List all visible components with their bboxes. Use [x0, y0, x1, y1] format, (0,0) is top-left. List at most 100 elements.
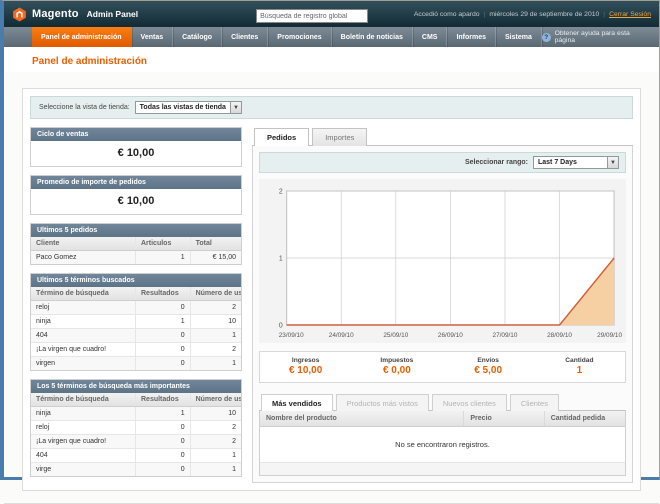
cell-uses: 2 [191, 435, 241, 448]
bottom-tab-label: Nuevos clientes [443, 399, 496, 408]
top-search-title: Los 5 términos de búsqueda más important… [31, 380, 241, 393]
table-row[interactable]: virge 0 1 [31, 463, 241, 476]
nav-item[interactable]: CMS [413, 27, 448, 47]
nav-item[interactable]: Boletín de noticias [332, 27, 413, 47]
dashboard-content: Seleccione la vista de tienda: Todas las… [22, 88, 641, 491]
table-row[interactable]: 404 0 1 [31, 449, 241, 463]
range-select[interactable]: Last 7 Days ▼ [533, 156, 619, 169]
svg-text:24/09/10: 24/09/10 [329, 332, 354, 339]
table-row[interactable]: reloj 0 2 [31, 421, 241, 435]
column-header: Resultados [136, 287, 191, 300]
table-row[interactable]: ninja 1 10 [31, 315, 241, 329]
logged-in-as: Accedió como apardo [414, 11, 480, 18]
table-row[interactable]: reloj 0 2 [31, 301, 241, 315]
cell-items: 1 [136, 251, 191, 264]
column-header: Cantidad pedida [545, 411, 625, 426]
lifetime-sales-value: € 10,00 [31, 141, 241, 166]
svg-text:1: 1 [279, 255, 283, 262]
chart-tab-label: Importes [325, 133, 354, 142]
total-value: € 10,00 [260, 365, 351, 376]
nav-item-label: Boletín de noticias [341, 34, 403, 41]
table-row[interactable]: Paco Gomez 1 € 15,00 [31, 251, 241, 264]
average-orders-box: Promedio de importe de pedidos € 10,00 [30, 175, 242, 215]
cell-total: € 15,00 [191, 251, 241, 264]
store-view-bar: Seleccione la vista de tienda: Todas las… [30, 96, 633, 119]
nav-item[interactable]: Ventas [132, 27, 174, 47]
average-orders-value: € 10,00 [31, 189, 241, 214]
total-value: 1 [534, 365, 625, 376]
cell-results: 0 [136, 357, 191, 370]
cell-uses: 10 [191, 407, 241, 420]
products-grid-header: Nombre del productoPrecioCantidad pedida [260, 411, 625, 427]
cell-results: 0 [136, 449, 191, 462]
cell-term: ninja [31, 315, 136, 328]
bottom-tab[interactable]: Clientes [510, 394, 559, 411]
browser-window: Magento Admin Panel Accedió como apardo … [0, 0, 660, 480]
nav-item[interactable]: Promociones [268, 27, 331, 47]
chart-tab[interactable]: Pedidos [254, 128, 309, 146]
last-orders-box: Ultimos 5 pedidos ClienteArticulosTotal … [30, 223, 242, 265]
nav-item-label: Catálogo [182, 34, 212, 41]
bottom-tab[interactable]: Más vendidos [261, 394, 333, 411]
bottom-tab[interactable]: Nuevos clientes [432, 394, 507, 411]
logo-subtitle: Admin Panel [87, 9, 138, 19]
cell-results: 0 [136, 343, 191, 356]
top-search-box: Los 5 términos de búsqueda más important… [30, 379, 242, 477]
grid-footer [260, 462, 625, 475]
cell-uses: 1 [191, 329, 241, 342]
chart-tab[interactable]: Importes [312, 128, 367, 146]
cell-results: 0 [136, 301, 191, 314]
header-session-info: Accedió como apardo | miércoles 29 de se… [414, 11, 651, 18]
column-header: Articulos [136, 237, 191, 250]
table-row[interactable]: ninja 1 10 [31, 407, 241, 421]
help-label: Obtener ayuda para esta página [555, 30, 649, 44]
nav-item-label: Promociones [277, 34, 321, 41]
total-cell: Ingresos € 10,00 [260, 352, 351, 382]
nav-item-label: Clientes [231, 34, 258, 41]
help-icon: ? [542, 33, 551, 42]
svg-text:27/09/10: 27/09/10 [493, 332, 518, 339]
magento-logo: Magento Admin Panel [12, 7, 138, 22]
svg-text:26/09/10: 26/09/10 [438, 332, 463, 339]
nav-item-label: Sistema [505, 34, 532, 41]
average-orders-title: Promedio de importe de pedidos [31, 176, 241, 189]
table-row[interactable]: ¡La virgen que cuadro! 0 2 [31, 435, 241, 449]
total-cell: Impuestos € 0,00 [351, 352, 442, 382]
last-orders-title: Ultimos 5 pedidos [31, 224, 241, 237]
total-cell: Envíos € 5,00 [443, 352, 534, 382]
table-row[interactable]: virgen 0 1 [31, 357, 241, 370]
logout-link[interactable]: Cerrar Sesión [609, 11, 651, 18]
total-label: Cantidad [534, 357, 625, 364]
table-row[interactable]: ¡La virgen que cuadro! 0 2 [31, 343, 241, 357]
nav-item[interactable]: Clientes [222, 27, 268, 47]
nav-item[interactable]: Catálogo [173, 27, 222, 47]
products-grid: Nombre del productoPrecioCantidad pedida… [259, 411, 626, 476]
total-label: Ingresos [260, 357, 351, 364]
range-selected: Last 7 Days [534, 159, 581, 166]
total-label: Impuestos [351, 357, 442, 364]
global-search-input[interactable] [256, 9, 368, 23]
chart-tab-label: Pedidos [267, 133, 296, 142]
total-value: € 0,00 [351, 365, 442, 376]
cell-results: 0 [136, 329, 191, 342]
bottom-tab[interactable]: Productos más vistos [336, 394, 429, 411]
total-value: € 5,00 [443, 365, 534, 376]
nav-item[interactable]: Panel de administración [32, 27, 132, 47]
table-row[interactable]: 404 0 1 [31, 329, 241, 343]
range-bar: Seleccionar rango: Last 7 Days ▼ [259, 152, 626, 173]
help-link[interactable]: ? Obtener ayuda para esta página [542, 27, 659, 47]
nav-item-label: Informes [456, 34, 486, 41]
nav-item[interactable]: Informes [447, 27, 496, 47]
nav-item[interactable]: Sistema [496, 27, 542, 47]
store-view-select[interactable]: Todas las vistas de tienda ▼ [135, 101, 242, 114]
cell-term: ¡La virgen que cuadro! [31, 435, 136, 448]
right-column: Pedidos Importes Seleccionar rango: Last… [252, 127, 633, 483]
last-search-header: Término de búsquedaResultadosNúmero de u… [31, 287, 241, 301]
orders-panel: Seleccionar rango: Last 7 Days ▼ 01223/0… [252, 146, 633, 483]
current-date: miércoles 29 de septiembre de 2010 [489, 11, 599, 18]
column-header: Total [191, 237, 241, 250]
bottom-tab-label: Productos más vistos [347, 399, 418, 408]
column-header: Precio [464, 411, 544, 426]
column-header: Nombre del producto [260, 411, 464, 426]
cell-customer: Paco Gomez [31, 251, 136, 264]
